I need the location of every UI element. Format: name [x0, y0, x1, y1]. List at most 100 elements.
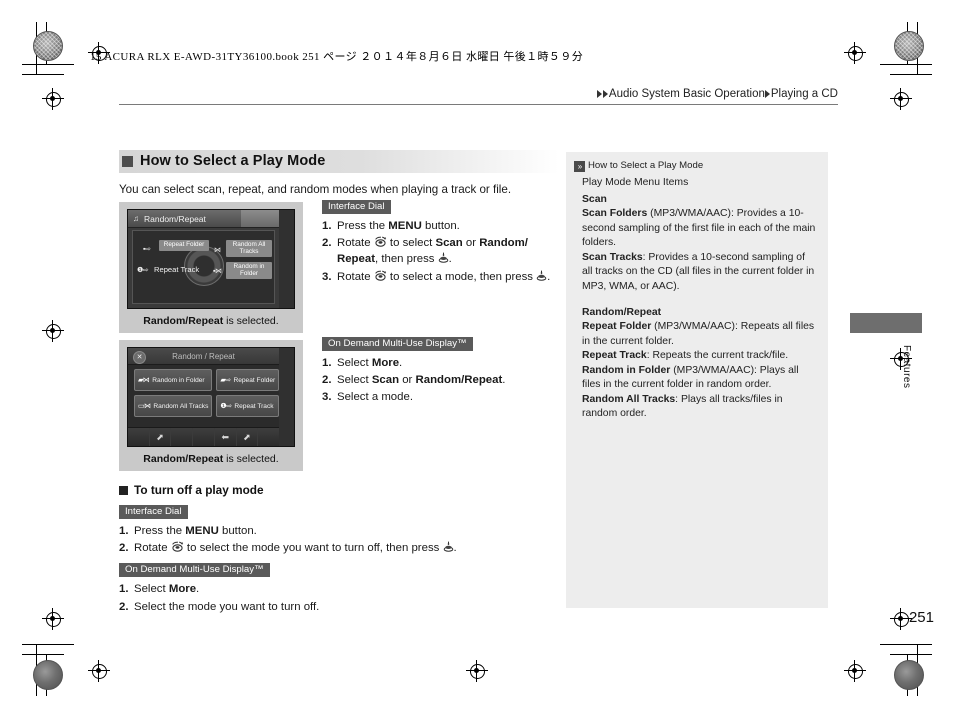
chevron-right-icon — [764, 90, 770, 98]
edge-thumb-tab — [850, 313, 922, 333]
steps-turn-off-interface-dial: 1. Press the MENU button. 2. Rotate to sel… — [119, 523, 519, 556]
step-item: 1. Press the MENU button. — [119, 525, 257, 537]
track-random-icon: ▪⋈ — [213, 268, 222, 275]
turn-off-heading: To turn off a play mode — [119, 483, 519, 497]
track-repeat-icon: ❶⇨ — [220, 403, 232, 410]
odmd-footer-cell[interactable] — [171, 428, 194, 446]
page-number: 251 — [908, 609, 934, 626]
density-target — [33, 31, 63, 61]
registration-mark — [466, 660, 488, 682]
folder-random-icon: ▰⋈ — [138, 377, 150, 384]
sidebar-subtitle: Play Mode Menu Items — [582, 177, 689, 188]
manual-page: 15 ACURA RLX E-AWD-31TY36100.book 251 ペー… — [0, 0, 954, 718]
sidebar-entry-random-in-folder: Random in Folder (MP3/WMA/AAC): Plays al… — [582, 364, 799, 391]
figure-odmd: Random / Repeat ✕ ▰⋈ Random in Folder ▰⇨… — [119, 340, 303, 471]
odmd-screen-title: Random / Repeat — [172, 351, 235, 361]
odmd-button-random-all-tracks[interactable]: ▭⋈ Random All Tracks — [134, 395, 213, 417]
ifd-button-repeat-folder[interactable]: Repeat Folder — [159, 240, 209, 251]
steps-turn-off-odmd: 1. Select More. 2. Select the mode you wan… — [119, 581, 519, 614]
running-header: Audio System Basic Operation Playing a CD — [119, 88, 838, 105]
ifd-button-random-all-tracks[interactable]: Random All Tracks — [226, 240, 272, 258]
ifd-caption-bold: Random/Repeat — [143, 315, 224, 327]
menu-arrow-icon: ⬈ — [156, 431, 164, 442]
registration-mark — [42, 608, 64, 630]
sidebar-body: Play Mode Menu Items Scan Scan Folders (… — [566, 172, 828, 422]
chevron-right-icon — [602, 90, 608, 98]
sidebar-entry-repeat-folder: Repeat Folder (MP3/WMA/AAC): Repeats all… — [582, 321, 815, 347]
ifd-title-tab — [241, 210, 279, 227]
double-chevron-right-icon: » — [574, 161, 585, 172]
sidebar-note-panel: » How to Select a Play Mode Play Mode Me… — [566, 152, 828, 608]
edge-tab-label: Features — [901, 345, 912, 389]
breadcrumb-section: Audio System Basic Operation — [608, 88, 765, 100]
registration-mark — [88, 660, 110, 682]
tag-odmd: On Demand Multi-Use Display™ — [119, 563, 270, 578]
square-bullet-icon — [119, 485, 128, 495]
density-target — [894, 660, 924, 690]
step-item: 1. Press the MENU button. — [322, 220, 460, 232]
close-icon[interactable]: ✕ — [133, 351, 146, 364]
odmd-screenshot: Random / Repeat ✕ ▰⋈ Random in Folder ▰⇨… — [127, 347, 295, 447]
sidebar-entry-repeat-track: Repeat Track: Repeats the current track/… — [582, 350, 789, 362]
odmd-footer-cell[interactable]: ⬅ — [215, 428, 237, 446]
sidebar-entry-scan-folders: Scan Folders (MP3/WMA/AAC): Provides a 1… — [582, 208, 816, 249]
music-note-icon: ♫ — [133, 214, 139, 223]
registration-mark — [844, 42, 866, 64]
step-item: 1. Select More. — [322, 357, 403, 369]
step-item: 2. Select the mode you want to turn off. — [119, 600, 320, 613]
registration-mark — [42, 320, 64, 342]
figure-interface-dial: ♫ Random/Repeat ▪⇨ Repeat Folder ⋈ Rando… — [119, 202, 303, 333]
odmd-button-random-in-folder[interactable]: ▰⋈ Random in Folder — [134, 369, 213, 391]
sidebar-group-random-repeat: Random/Repeat — [582, 306, 662, 318]
registration-mark — [844, 660, 866, 682]
header-rule — [119, 104, 838, 105]
odmd-button-repeat-folder[interactable]: ▰⇨ Repeat Folder — [216, 369, 280, 391]
breadcrumb-topic: Playing a CD — [770, 88, 838, 100]
odmd-caption: Random/Repeat is selected. — [127, 453, 295, 465]
tag-odmd: On Demand Multi-Use Display™ — [322, 337, 473, 351]
steps-interface-dial: 1. Press the MENU button. 2. Rotate to sel… — [322, 218, 562, 285]
back-arrow-icon: ⬅ — [221, 431, 229, 442]
step-item: 3. Select a mode. — [322, 391, 413, 404]
step-item: 1. Select More. — [119, 583, 200, 596]
odmd-button-repeat-track[interactable]: ❶⇨ Repeat Track — [216, 395, 280, 417]
step-item: 2. Rotate to select the mode you want to … — [119, 541, 457, 555]
ifd-caption: Random/Repeat is selected. — [127, 315, 295, 327]
track-repeat-icon: ❶⇨ — [137, 267, 149, 274]
folder-repeat-icon: ▪⇨ — [143, 246, 151, 253]
sidebar-title: How to Select a Play Mode — [588, 160, 704, 171]
ifd-screenshot: ♫ Random/Repeat ▪⇨ Repeat Folder ⋈ Rando… — [127, 209, 295, 309]
odmd-footer-cell[interactable] — [258, 428, 279, 446]
ifd-screen-title: Random/Repeat — [144, 213, 206, 224]
main-column: How to Select a Play Mode You can select… — [119, 150, 559, 613]
step-item: 3. Rotate to select a mode, then press . — [322, 269, 551, 283]
odmd-caption-bold: Random/Repeat — [143, 453, 224, 465]
ifd-button-random-in-folder[interactable]: Random in Folder — [226, 262, 272, 280]
chevron-right-icon — [596, 90, 602, 98]
track-random-icon: ▭⋈ — [138, 403, 151, 410]
sidebar-entry-scan-tracks: Scan Tracks: Provides a 10-second sampli… — [582, 251, 815, 292]
odmd-caption-rest: is selected. — [223, 453, 279, 465]
odmd-footer-cell[interactable] — [128, 428, 150, 446]
turn-off-section: To turn off a play mode Interface Dial 1… — [119, 483, 519, 616]
sidebar-title-row: » How to Select a Play Mode — [566, 152, 828, 172]
sidebar-entry-random-all-tracks: Random All Tracks: Plays all tracks/file… — [582, 393, 783, 420]
sidebar-group-scan: Scan — [582, 193, 607, 205]
tag-interface-dial: Interface Dial — [119, 505, 188, 519]
step-item: 2. Rotate to select Scan or Random/ Repea… — [322, 236, 528, 266]
registration-mark — [890, 88, 912, 110]
folder-random-icon: ⋈ — [214, 247, 221, 254]
instructions-odmd: On Demand Multi-Use Display™ 1. Select Mo… — [322, 333, 562, 407]
tag-interface-dial: Interface Dial — [322, 200, 391, 214]
odmd-footer-bar: ⬈ ⬅ ⬈ — [128, 427, 279, 446]
folder-repeat-icon: ▰⇨ — [220, 377, 231, 384]
ifd-caption-rest: is selected. — [223, 315, 279, 327]
odmd-footer-cell[interactable] — [193, 428, 215, 446]
print-slug: 15 ACURA RLX E-AWD-31TY36100.book 251 ペー… — [90, 51, 584, 63]
odmd-footer-cell[interactable]: ⬈ — [150, 428, 172, 446]
odmd-button-grid: ▰⋈ Random in Folder ▰⇨ Repeat Folder ▭⋈ … — [134, 369, 280, 417]
odmd-footer-cell[interactable]: ⬈ — [237, 428, 259, 446]
step-item: 2. Select Scan or Random/Repeat. — [322, 374, 506, 387]
ifd-label-repeat-track[interactable]: Repeat Track — [154, 265, 199, 274]
square-bullet-icon — [122, 155, 133, 167]
